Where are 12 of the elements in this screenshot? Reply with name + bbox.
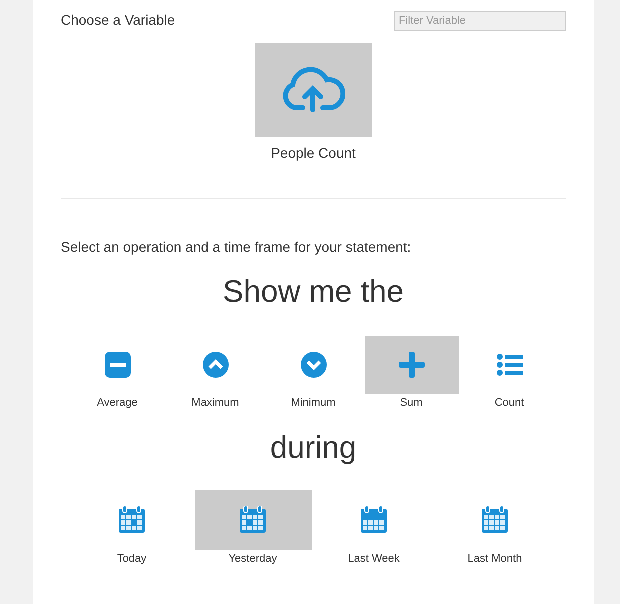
operation-option[interactable]: Average: [68, 336, 166, 412]
time-frame-option[interactable]: Last Month: [434, 490, 556, 567]
operation-option[interactable]: Minimum: [264, 336, 362, 412]
filter-field[interactable]: Filter Variable: [394, 10, 566, 30]
operation-option[interactable]: Count: [460, 336, 558, 412]
statement-heading: Show me the: [222, 273, 405, 311]
section-title: Choose a Variable: [61, 11, 176, 30]
time-frame-option[interactable]: Last Week: [314, 490, 434, 567]
operation-prompt: Select an operation and a time frame for your statement:: [61, 238, 412, 257]
operation-option[interactable]: Maximum: [166, 336, 264, 412]
time-frame-option[interactable]: Today: [72, 490, 192, 567]
connector-heading: during: [269, 428, 358, 466]
